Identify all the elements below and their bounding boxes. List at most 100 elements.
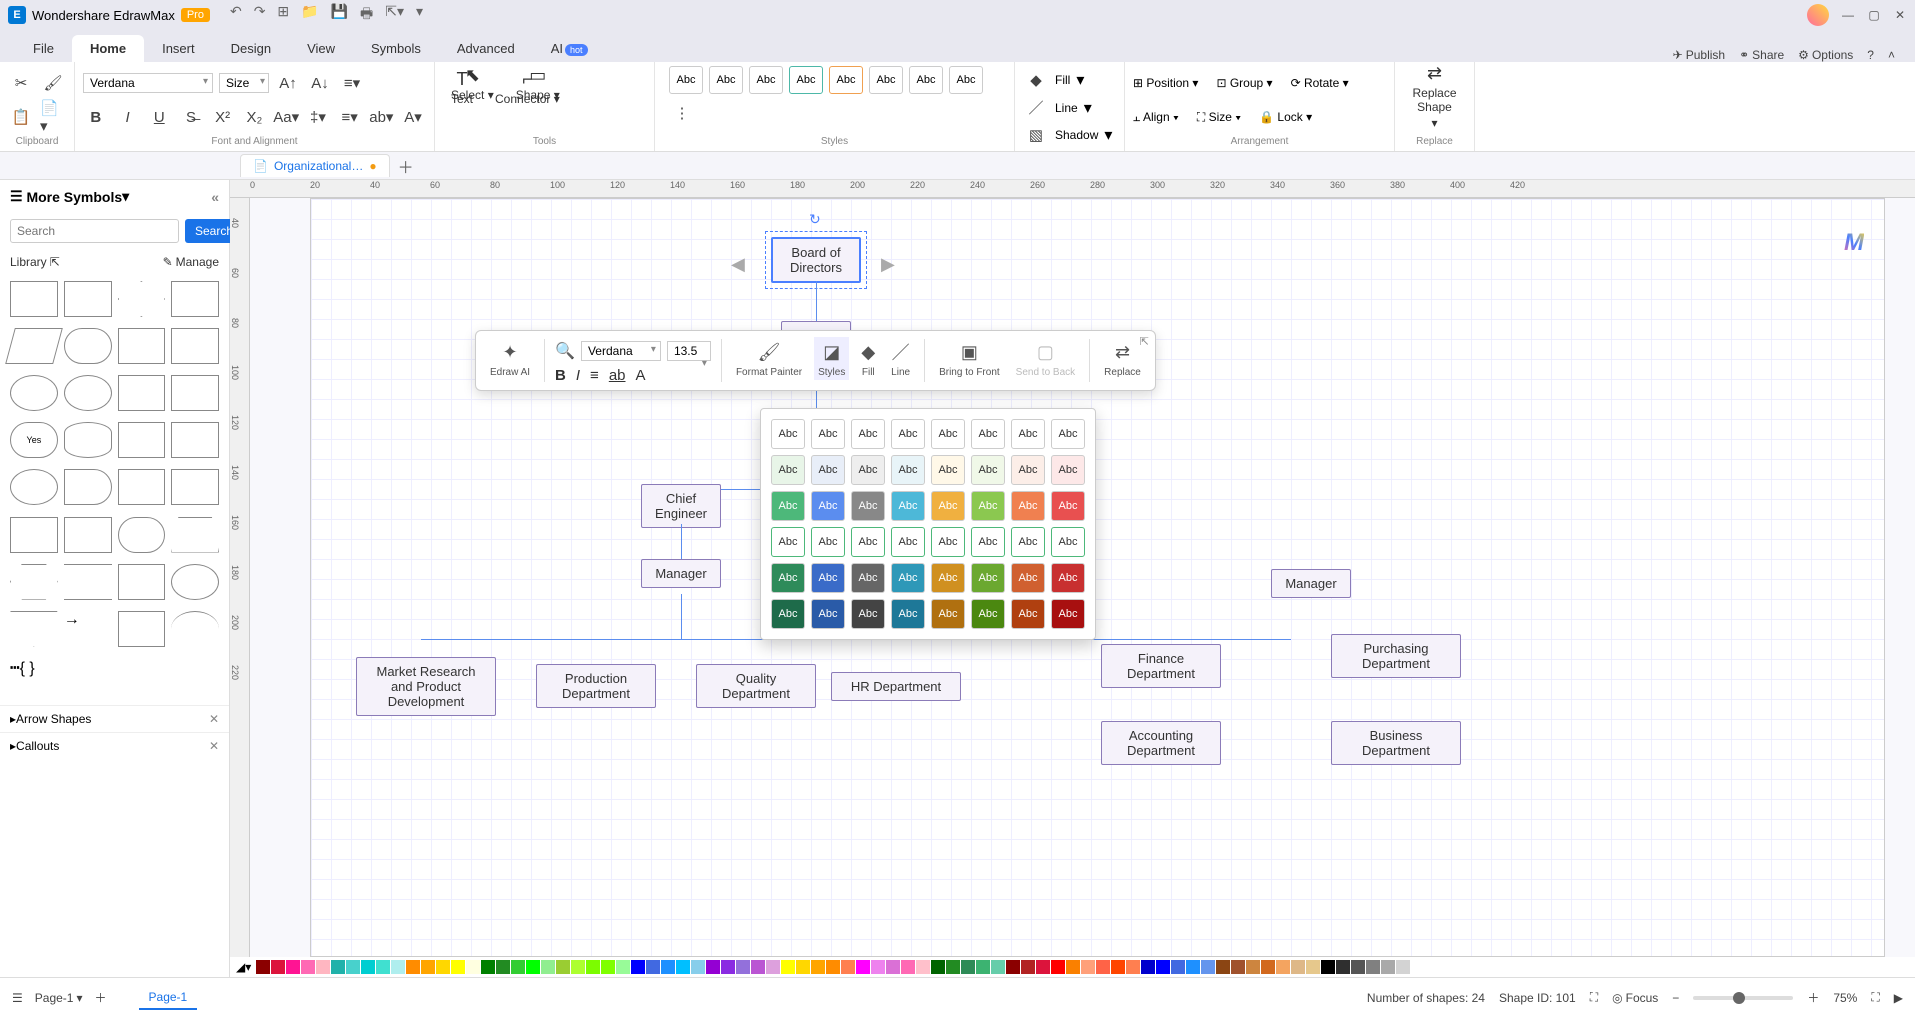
case-button[interactable]: Aa▾ xyxy=(273,104,299,130)
style-swatch-option[interactable]: Abc xyxy=(1051,455,1085,485)
palette-color[interactable] xyxy=(481,960,495,974)
palette-color[interactable] xyxy=(541,960,555,974)
font-color-button[interactable]: A▾ xyxy=(400,104,426,130)
shape-item[interactable] xyxy=(10,281,58,317)
style-swatch-option[interactable]: Abc xyxy=(771,599,805,629)
palette-color[interactable] xyxy=(901,960,915,974)
style-swatch-option[interactable]: Abc xyxy=(971,599,1005,629)
style-swatch-option[interactable]: Abc xyxy=(931,419,965,449)
style-swatch-option[interactable]: Abc xyxy=(1011,563,1045,593)
text-tool[interactable]: TText xyxy=(443,57,481,117)
shape-item[interactable] xyxy=(64,375,112,411)
share-button[interactable]: ⚭ Share xyxy=(1739,48,1784,62)
style-swatch-option[interactable]: Abc xyxy=(1051,599,1085,629)
style-swatch-option[interactable]: Abc xyxy=(1011,527,1045,557)
style-swatch[interactable]: Abc xyxy=(829,66,863,94)
page-tab[interactable]: Page-1 xyxy=(139,986,198,1010)
shape-item[interactable] xyxy=(10,517,58,553)
palette-color[interactable] xyxy=(646,960,660,974)
palette-color[interactable] xyxy=(1066,960,1080,974)
shape-item[interactable] xyxy=(10,375,58,411)
symbol-search-input[interactable] xyxy=(10,219,179,243)
line-button[interactable]: Line xyxy=(1055,101,1078,115)
palette-color[interactable] xyxy=(931,960,945,974)
style-swatch-option[interactable]: Abc xyxy=(931,455,965,485)
style-swatch-option[interactable]: Abc xyxy=(1011,491,1045,521)
tab-insert[interactable]: Insert xyxy=(144,35,213,62)
style-swatch-option[interactable]: Abc xyxy=(931,491,965,521)
style-swatch-option[interactable]: Abc xyxy=(811,419,845,449)
style-swatch-option[interactable]: Abc xyxy=(891,419,925,449)
shape-item[interactable] xyxy=(64,422,112,458)
node-production[interactable]: Production Department xyxy=(536,664,656,708)
palette-color[interactable] xyxy=(826,960,840,974)
add-page-button[interactable]: ＋ xyxy=(95,989,107,1006)
palette-color[interactable] xyxy=(1141,960,1155,974)
style-swatch[interactable]: Abc xyxy=(949,66,983,94)
shape-item[interactable] xyxy=(171,564,219,600)
palette-color[interactable] xyxy=(586,960,600,974)
category-arrow-shapes[interactable]: ▸ Arrow Shapes✕ xyxy=(0,705,229,732)
palette-color[interactable] xyxy=(1036,960,1050,974)
category-callouts[interactable]: ▸ Callouts✕ xyxy=(0,732,229,759)
collapse-panel-button[interactable]: « xyxy=(211,189,219,205)
style-swatch-option[interactable]: Abc xyxy=(931,599,965,629)
float-bold-button[interactable]: B xyxy=(555,367,566,384)
strike-button[interactable]: S̶ xyxy=(178,104,204,130)
shape-item[interactable] xyxy=(118,281,166,317)
shape-item[interactable] xyxy=(118,611,166,647)
export-button[interactable]: ⇱▾ xyxy=(385,3,404,27)
close-button[interactable]: ✕ xyxy=(1893,8,1907,22)
shape-item[interactable] xyxy=(64,517,112,553)
style-swatch-option[interactable]: Abc xyxy=(891,563,925,593)
palette-color[interactable] xyxy=(556,960,570,974)
node-accounting[interactable]: Accounting Department xyxy=(1101,721,1221,765)
tab-home[interactable]: Home xyxy=(72,35,144,62)
style-swatch-option[interactable]: Abc xyxy=(1051,491,1085,521)
rotate-handle-icon[interactable]: ↻ xyxy=(809,211,821,228)
shrink-font-button[interactable]: A↓ xyxy=(307,70,333,96)
replace-shape-button[interactable]: ⇄Replace Shape ▾ xyxy=(1403,66,1466,126)
float-italic-button[interactable]: I xyxy=(576,367,580,384)
style-swatch-option[interactable]: Abc xyxy=(971,491,1005,521)
shape-item[interactable]: Yes xyxy=(10,422,58,458)
palette-color[interactable] xyxy=(601,960,615,974)
style-swatch-option[interactable]: Abc xyxy=(1051,419,1085,449)
close-category-icon[interactable]: ✕ xyxy=(209,712,219,726)
palette-color[interactable] xyxy=(916,960,930,974)
rotate-button[interactable]: ⟳ Rotate ▾ xyxy=(1291,76,1349,90)
superscript-button[interactable]: X² xyxy=(210,104,236,130)
tab-file[interactable]: File xyxy=(15,35,72,62)
palette-color[interactable] xyxy=(1216,960,1230,974)
float-size-select[interactable]: 13.5 xyxy=(667,341,711,361)
node-manager-2[interactable]: Manager xyxy=(1271,569,1351,598)
shape-item[interactable] xyxy=(171,517,219,553)
bring-front-button[interactable]: ▣Bring to Front xyxy=(935,337,1004,380)
palette-color[interactable] xyxy=(271,960,285,974)
palette-color[interactable] xyxy=(1096,960,1110,974)
palette-color[interactable] xyxy=(1006,960,1020,974)
palette-color[interactable] xyxy=(1126,960,1140,974)
palette-color[interactable] xyxy=(406,960,420,974)
palette-color[interactable] xyxy=(661,960,675,974)
shape-item[interactable] xyxy=(171,422,219,458)
style-swatch[interactable]: Abc xyxy=(909,66,943,94)
style-swatch-option[interactable]: Abc xyxy=(891,599,925,629)
drawing-canvas[interactable]: M Board of Directors ◀ ▶ ↻ Chief Chief E… xyxy=(310,198,1885,957)
pin-icon[interactable]: ⇱ xyxy=(1140,335,1149,348)
palette-color[interactable] xyxy=(361,960,375,974)
shape-item[interactable] xyxy=(64,564,112,600)
shape-item[interactable] xyxy=(64,469,112,505)
align-button[interactable]: ≡▾ xyxy=(339,70,365,96)
style-swatch-option[interactable]: Abc xyxy=(1011,599,1045,629)
shape-item[interactable]: ┅{ } xyxy=(10,658,58,694)
collapse-ribbon-button[interactable]: ˄ xyxy=(1888,48,1895,62)
palette-color[interactable] xyxy=(706,960,720,974)
palette-color[interactable] xyxy=(1351,960,1365,974)
palette-color[interactable] xyxy=(1081,960,1095,974)
palette-color[interactable] xyxy=(1246,960,1260,974)
style-swatch-option[interactable]: Abc xyxy=(1051,563,1085,593)
connector-tool[interactable]: ⌐Connector ▾ xyxy=(487,57,568,117)
zoom-in-button[interactable]: ＋ xyxy=(1807,989,1819,1006)
palette-color[interactable] xyxy=(796,960,810,974)
